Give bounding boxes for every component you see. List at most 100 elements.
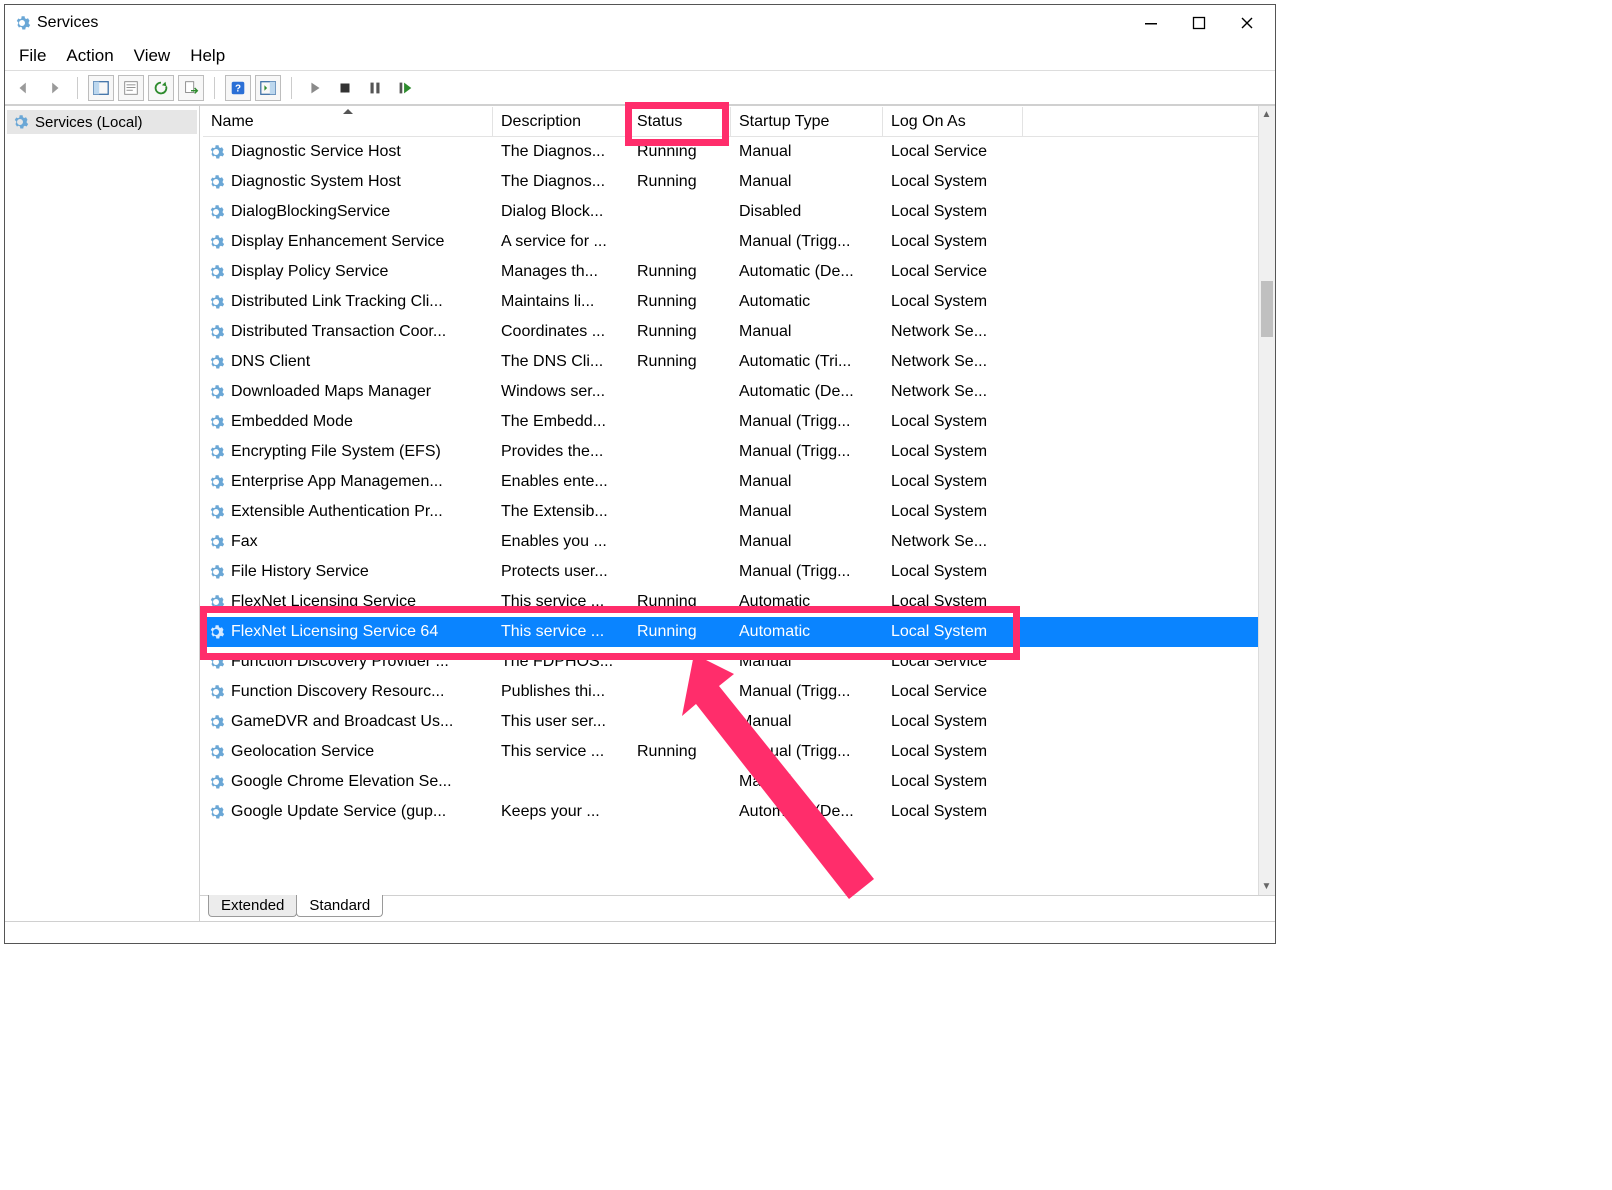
service-name-cell: FlexNet Licensing Service: [203, 593, 493, 611]
service-row[interactable]: Function Discovery Provider ...The FDPHO…: [203, 647, 1275, 677]
service-row[interactable]: Distributed Link Tracking Cli...Maintain…: [203, 287, 1275, 317]
menu-help[interactable]: Help: [190, 46, 225, 66]
service-row[interactable]: DialogBlockingServiceDialog Block...Disa…: [203, 197, 1275, 227]
tree-root-services-local[interactable]: Services (Local): [7, 110, 197, 134]
service-row[interactable]: Google Chrome Elevation Se...ManualLocal…: [203, 767, 1275, 797]
tab-extended[interactable]: Extended: [208, 895, 297, 917]
help-button[interactable]: ?: [225, 75, 251, 101]
column-startup-type[interactable]: Startup Type: [731, 107, 883, 137]
scroll-down-icon[interactable]: ▼: [1258, 878, 1275, 895]
service-description: This service ...: [493, 593, 629, 611]
show-hide-action-pane-button[interactable]: [255, 75, 281, 101]
service-startup-type: Automatic: [731, 293, 883, 311]
service-status: Running: [629, 623, 731, 641]
service-row[interactable]: Embedded ModeThe Embedd...Manual (Trigg.…: [203, 407, 1275, 437]
service-description: Windows ser...: [493, 383, 629, 401]
statusbar: [5, 921, 1275, 943]
service-name-cell: File History Service: [203, 563, 493, 581]
service-row[interactable]: Function Discovery Resourc...Publishes t…: [203, 677, 1275, 707]
service-row[interactable]: Encrypting File System (EFS)Provides the…: [203, 437, 1275, 467]
service-row[interactable]: Downloaded Maps ManagerWindows ser...Aut…: [203, 377, 1275, 407]
gear-icon: [207, 263, 225, 281]
gear-icon: [207, 293, 225, 311]
service-row[interactable]: Extensible Authentication Pr...The Exten…: [203, 497, 1275, 527]
tree-root-label: Services (Local): [35, 114, 143, 131]
service-row[interactable]: FaxEnables you ...ManualNetwork Se...: [203, 527, 1275, 557]
pause-service-button[interactable]: [362, 75, 388, 101]
services-list: Name Description Status Startup Type Log…: [200, 106, 1275, 895]
service-logon-as: Local System: [883, 413, 1023, 431]
back-button[interactable]: [11, 75, 37, 101]
service-row[interactable]: FlexNet Licensing Service 64This service…: [203, 617, 1275, 647]
service-row[interactable]: Display Policy ServiceManages th...Runni…: [203, 257, 1275, 287]
service-name: Downloaded Maps Manager: [231, 383, 431, 401]
service-logon-as: Local Service: [883, 263, 1023, 281]
column-description[interactable]: Description: [493, 107, 629, 137]
service-name-cell: Google Update Service (gup...: [203, 803, 493, 821]
service-row[interactable]: DNS ClientThe DNS Cli...RunningAutomatic…: [203, 347, 1275, 377]
service-row[interactable]: Enterprise App Managemen...Enables ente.…: [203, 467, 1275, 497]
service-description: Publishes thi...: [493, 683, 629, 701]
service-status: Running: [629, 173, 731, 191]
column-status[interactable]: Status: [629, 107, 731, 137]
service-name: Google Chrome Elevation Se...: [231, 773, 452, 791]
service-row[interactable]: Display Enhancement ServiceA service for…: [203, 227, 1275, 257]
scroll-up-icon[interactable]: ▲: [1258, 106, 1275, 123]
close-button[interactable]: [1223, 6, 1271, 40]
service-name: Geolocation Service: [231, 743, 374, 761]
service-logon-as: Network Se...: [883, 533, 1023, 551]
maximize-button[interactable]: [1175, 6, 1223, 40]
service-row[interactable]: File History ServiceProtects user...Manu…: [203, 557, 1275, 587]
service-name-cell: Function Discovery Provider ...: [203, 653, 493, 671]
service-row[interactable]: Distributed Transaction Coor...Coordinat…: [203, 317, 1275, 347]
column-name[interactable]: Name: [203, 107, 493, 137]
service-description: Protects user...: [493, 563, 629, 581]
service-name-cell: Diagnostic Service Host: [203, 143, 493, 161]
refresh-button[interactable]: [148, 75, 174, 101]
service-startup-type: Manual: [731, 653, 883, 671]
service-logon-as: Local System: [883, 473, 1023, 491]
properties-button[interactable]: [118, 75, 144, 101]
service-rows: Diagnostic Service HostThe Diagnos...Run…: [203, 137, 1275, 827]
service-name: Function Discovery Provider ...: [231, 653, 449, 671]
service-row[interactable]: FlexNet Licensing Service This service ..…: [203, 587, 1275, 617]
service-name-cell: Downloaded Maps Manager: [203, 383, 493, 401]
export-button[interactable]: [178, 75, 204, 101]
service-description: Enables you ...: [493, 533, 629, 551]
service-row[interactable]: GameDVR and Broadcast Us...This user ser…: [203, 707, 1275, 737]
column-spacer: [1023, 107, 1275, 137]
service-row[interactable]: Diagnostic Service HostThe Diagnos...Run…: [203, 137, 1275, 167]
service-name: FlexNet Licensing Service: [231, 593, 416, 611]
menu-view[interactable]: View: [134, 46, 171, 66]
service-name-cell: Distributed Transaction Coor...: [203, 323, 493, 341]
service-description: This user ser...: [493, 713, 629, 731]
service-description: Manages th...: [493, 263, 629, 281]
service-name: DialogBlockingService: [231, 203, 390, 221]
menu-action[interactable]: Action: [66, 46, 113, 66]
gear-icon: [207, 503, 225, 521]
show-hide-tree-button[interactable]: [88, 75, 114, 101]
services-window: Services File Action View Help ?: [4, 4, 1276, 944]
start-service-button[interactable]: [302, 75, 328, 101]
service-description: The Extensib...: [493, 503, 629, 521]
menu-file[interactable]: File: [19, 46, 46, 66]
service-logon-as: Local Service: [883, 683, 1023, 701]
scroll-thumb[interactable]: [1261, 281, 1273, 337]
service-logon-as: Local System: [883, 623, 1023, 641]
service-row[interactable]: Google Update Service (gup...Keeps your …: [203, 797, 1275, 827]
vertical-scrollbar[interactable]: ▲ ▼: [1258, 106, 1275, 895]
forward-button[interactable]: [41, 75, 67, 101]
stop-service-button[interactable]: [332, 75, 358, 101]
service-startup-type: Manual: [731, 473, 883, 491]
service-name-cell: Diagnostic System Host: [203, 173, 493, 191]
minimize-button[interactable]: [1127, 6, 1175, 40]
service-name: DNS Client: [231, 353, 310, 371]
service-startup-type: Manual (Trigg...: [731, 233, 883, 251]
service-row[interactable]: Geolocation ServiceThis service ...Runni…: [203, 737, 1275, 767]
service-row[interactable]: Diagnostic System HostThe Diagnos...Runn…: [203, 167, 1275, 197]
column-log-on-as[interactable]: Log On As: [883, 107, 1023, 137]
service-name: File History Service: [231, 563, 369, 581]
services-list-panel: Name Description Status Startup Type Log…: [200, 106, 1275, 921]
tab-standard[interactable]: Standard: [296, 895, 383, 917]
restart-service-button[interactable]: [392, 75, 418, 101]
